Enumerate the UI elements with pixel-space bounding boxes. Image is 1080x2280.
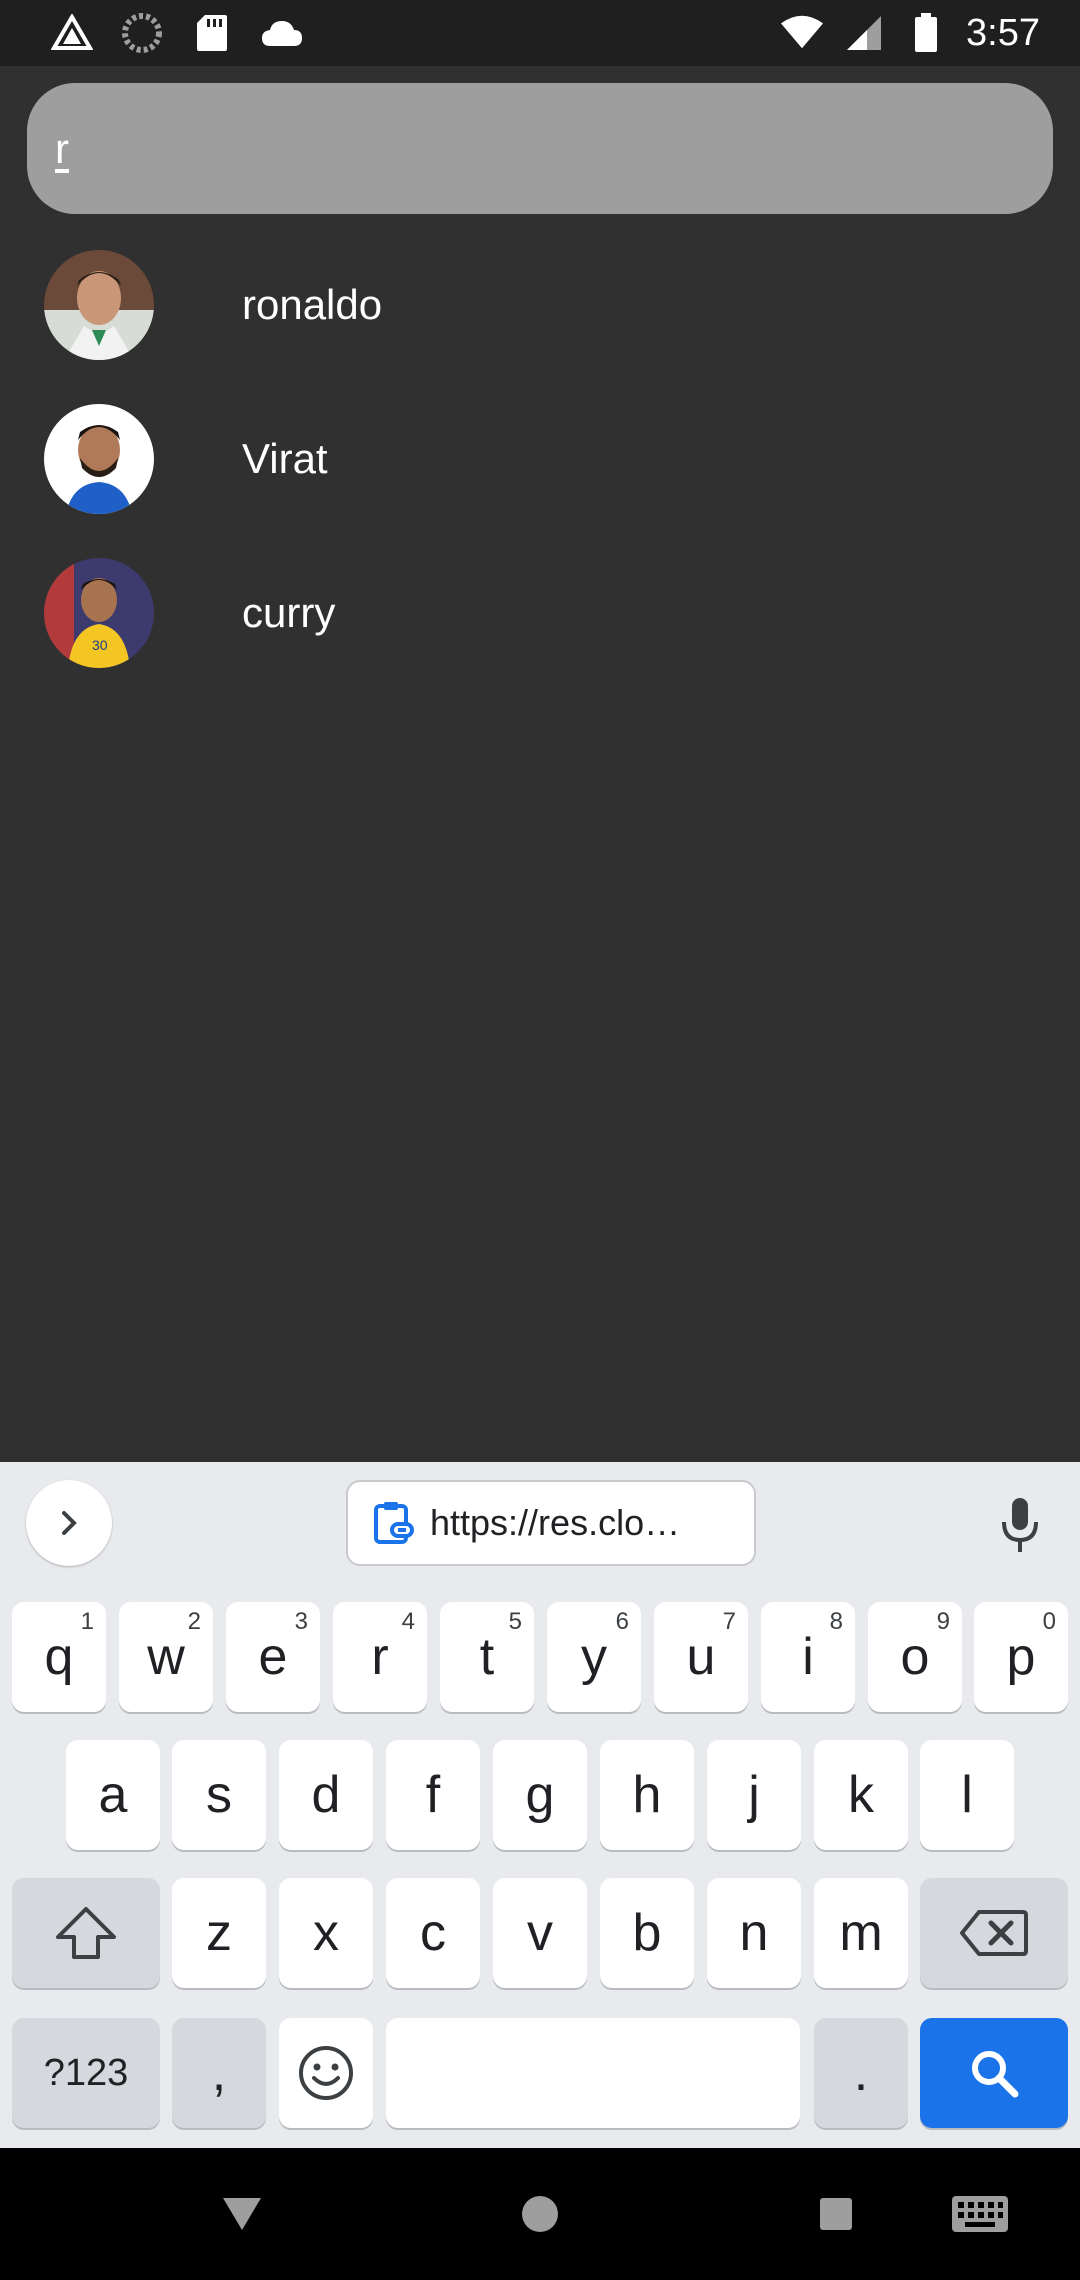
signal-icon: [842, 11, 886, 55]
key-b[interactable]: b: [600, 1878, 694, 1988]
home-button[interactable]: [508, 2182, 572, 2246]
key-s[interactable]: s: [172, 1740, 266, 1850]
voice-input-button[interactable]: [990, 1490, 1050, 1560]
key-j[interactable]: j: [707, 1740, 801, 1850]
sd-card-icon: [190, 11, 234, 55]
sync-icon: [120, 11, 164, 55]
backspace-key[interactable]: [920, 1878, 1068, 1988]
key-n[interactable]: n: [707, 1878, 801, 1988]
list-item[interactable]: Virat: [0, 382, 1080, 536]
list-item[interactable]: 30 curry: [0, 536, 1080, 690]
key-h[interactable]: h: [600, 1740, 694, 1850]
home-circle-icon: [522, 2196, 558, 2232]
comma-key[interactable]: ,: [172, 2018, 266, 2128]
key-i[interactable]: i8: [761, 1602, 855, 1712]
list-item-name: Virat: [242, 435, 328, 482]
keyboard-toolbar: https://res.clo…: [0, 1462, 1080, 1586]
battery-icon: [904, 11, 948, 55]
shift-key[interactable]: [12, 1878, 160, 1988]
key-y[interactable]: y6: [547, 1602, 641, 1712]
key-m[interactable]: m: [814, 1878, 908, 1988]
list-item-name: ronaldo: [242, 281, 383, 328]
key-r[interactable]: r4: [333, 1602, 427, 1712]
avatar: 30: [44, 558, 154, 668]
key-e[interactable]: e3: [226, 1602, 320, 1712]
svg-text:30: 30: [92, 637, 108, 653]
microphone-icon: [1002, 1498, 1038, 1552]
key-k[interactable]: k: [814, 1740, 908, 1850]
space-key[interactable]: [386, 2018, 800, 2128]
key-z[interactable]: z: [172, 1878, 266, 1988]
status-bar: 3:57: [0, 0, 1080, 66]
search-icon: [972, 2051, 1019, 2098]
key-p[interactable]: p0: [974, 1602, 1068, 1712]
search-input-value: r: [55, 124, 69, 172]
expand-toolbar-button[interactable]: [26, 1480, 112, 1566]
drive-icon: [50, 11, 94, 55]
key-t[interactable]: t5: [440, 1602, 534, 1712]
list-item[interactable]: ronaldo: [0, 228, 1080, 382]
recents-button[interactable]: [804, 2182, 868, 2246]
recents-square-icon: [820, 2198, 852, 2230]
clipboard-suggestion[interactable]: https://res.clo…: [346, 1480, 756, 1566]
list-item-name: curry: [242, 589, 336, 636]
back-triangle-icon: [223, 2198, 261, 2230]
key-d[interactable]: d: [279, 1740, 373, 1850]
key-o[interactable]: o9: [868, 1602, 962, 1712]
shift-icon: [56, 1907, 116, 1959]
navigation-bar: [0, 2148, 1080, 2280]
wifi-icon: [780, 11, 824, 55]
avatar: [44, 404, 154, 514]
key-l[interactable]: l: [920, 1740, 1014, 1850]
period-key[interactable]: .: [814, 2018, 908, 2128]
avatar: [44, 250, 154, 360]
keyboard-switch-button[interactable]: [948, 2182, 1012, 2246]
key-c[interactable]: c: [386, 1878, 480, 1988]
emoji-key[interactable]: [279, 2018, 373, 2128]
keyboard-icon: [952, 2196, 1008, 2232]
back-button[interactable]: [210, 2182, 274, 2246]
key-g[interactable]: g: [493, 1740, 587, 1850]
key-x[interactable]: x: [279, 1878, 373, 1988]
emoji-icon: [299, 2046, 353, 2100]
backspace-icon: [960, 1910, 1028, 1956]
chevron-right-icon: [62, 1511, 77, 1535]
cloud-icon: [260, 11, 304, 55]
key-v[interactable]: v: [493, 1878, 587, 1988]
search-key[interactable]: [920, 2018, 1068, 2128]
key-f[interactable]: f: [386, 1740, 480, 1850]
search-input[interactable]: r: [27, 83, 1053, 214]
clipboard-text: https://res.clo…: [430, 1502, 681, 1543]
key-u[interactable]: u7: [654, 1602, 748, 1712]
clock: 3:57: [966, 11, 1040, 54]
soft-keyboard: https://res.clo… q1 w2 e3 r4 t5 y6 u7 i8…: [0, 1462, 1080, 2148]
key-q[interactable]: q1: [12, 1602, 106, 1712]
app-screen: 3:57 r ronaldo Virat 30 curry https://re…: [0, 0, 1080, 2280]
symbols-key[interactable]: ?123: [12, 2018, 160, 2128]
key-w[interactable]: w2: [119, 1602, 213, 1712]
results-list: ronaldo Virat 30 curry: [0, 228, 1080, 690]
key-a[interactable]: a: [66, 1740, 160, 1850]
clipboard-link-icon: [374, 1502, 414, 1544]
